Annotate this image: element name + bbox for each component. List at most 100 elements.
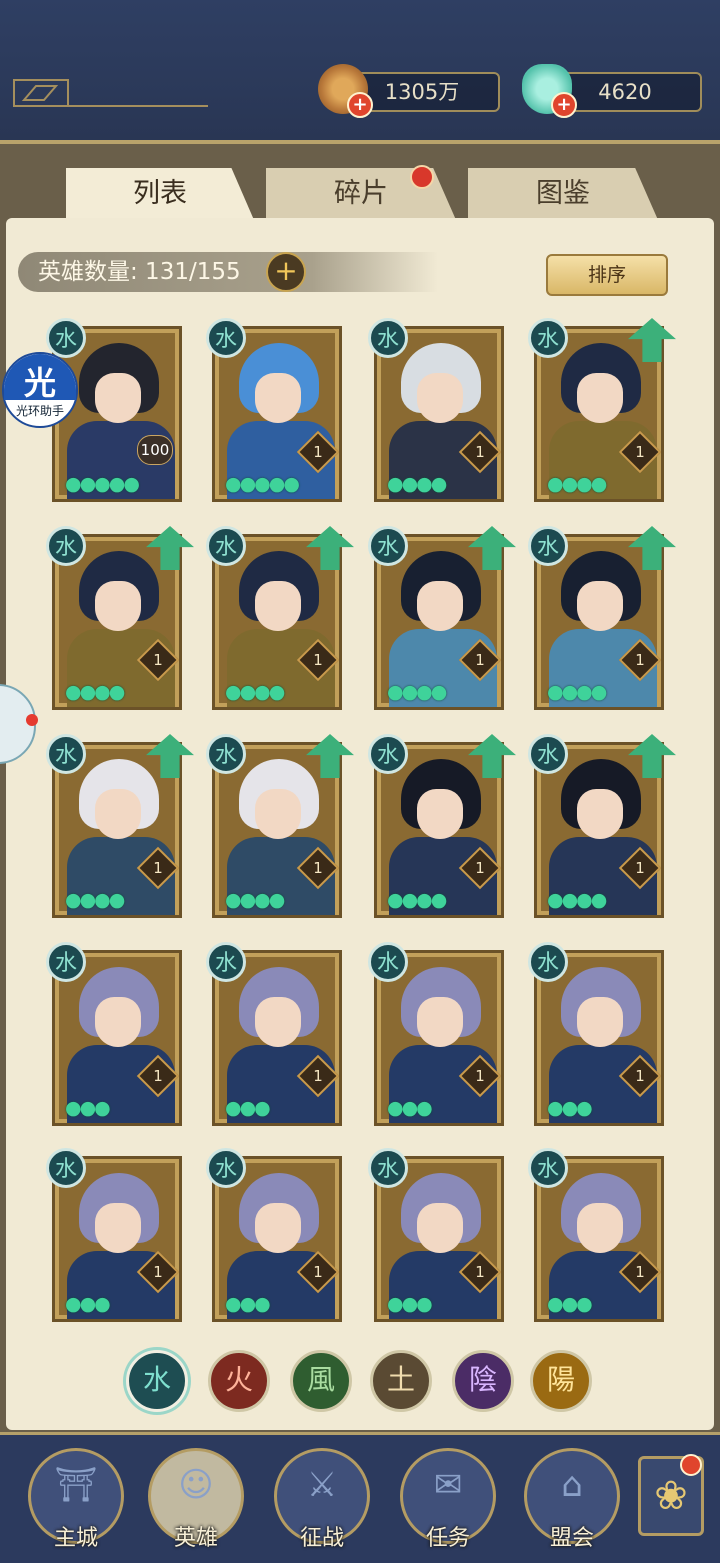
nav-label: 英雄 bbox=[173, 1526, 218, 1551]
notification-dot bbox=[680, 1454, 702, 1476]
hero-face bbox=[577, 997, 623, 1047]
hero-face bbox=[95, 789, 141, 839]
overlay-assistant-button[interactable]: 光 光环助手 bbox=[2, 352, 78, 428]
tab-list[interactable]: 列表 bbox=[66, 168, 254, 220]
hero-face bbox=[95, 1203, 141, 1253]
hero-level: 1 bbox=[153, 651, 163, 669]
star-gems: ●●●● bbox=[387, 889, 447, 911]
hero-level: 1 bbox=[313, 1067, 323, 1085]
hero-level: 1 bbox=[153, 1067, 163, 1085]
yang-filter[interactable]: 陽 bbox=[530, 1350, 592, 1412]
star-gems: ●●●●● bbox=[65, 473, 140, 495]
yin-filter[interactable]: 陰 bbox=[452, 1350, 514, 1412]
water-element-icon: 水 bbox=[46, 942, 86, 982]
water-element-icon: 水 bbox=[368, 1148, 408, 1188]
star-gems: ●●●● bbox=[65, 681, 125, 703]
hero-art bbox=[59, 333, 175, 499]
hero-face bbox=[255, 997, 301, 1047]
hero-level: 1 bbox=[313, 1263, 323, 1281]
earth-filter[interactable]: 土 bbox=[370, 1350, 432, 1412]
star-gems: ●●● bbox=[225, 1293, 271, 1315]
hero-face bbox=[255, 373, 301, 423]
hero-face bbox=[577, 789, 623, 839]
hero-face bbox=[577, 1203, 623, 1253]
water-element-icon: 水 bbox=[528, 1148, 568, 1188]
water-element-icon: 水 bbox=[528, 318, 568, 358]
water-element-icon: 水 bbox=[206, 318, 246, 358]
hero-level: 1 bbox=[635, 651, 645, 669]
star-gems: ●●●● bbox=[547, 681, 607, 703]
decorative-pattern-icon bbox=[13, 79, 208, 107]
hero-level: 1 bbox=[475, 859, 485, 877]
water-element-icon: 水 bbox=[46, 734, 86, 774]
hero-face bbox=[95, 373, 141, 423]
hero-level: 1 bbox=[635, 1263, 645, 1281]
nav-label: 主城 bbox=[53, 1526, 98, 1551]
hero-level: 1 bbox=[475, 1067, 485, 1085]
hero-level: 1 bbox=[635, 443, 645, 461]
hero-face bbox=[417, 373, 463, 423]
hero-face bbox=[577, 581, 623, 631]
water-element-icon: 水 bbox=[528, 942, 568, 982]
star-gems: ●●●● bbox=[225, 889, 285, 911]
hero-level: 1 bbox=[153, 1263, 163, 1281]
fire-filter[interactable]: 火 bbox=[208, 1350, 270, 1412]
water-element-icon: 水 bbox=[528, 526, 568, 566]
hero-face bbox=[255, 1203, 301, 1253]
hero-level: 1 bbox=[475, 1263, 485, 1281]
water-element-icon: 水 bbox=[368, 942, 408, 982]
star-gems: ●●●●● bbox=[225, 473, 300, 495]
water-element-icon: 水 bbox=[206, 734, 246, 774]
overlay-label: 光环助手 bbox=[15, 404, 64, 418]
hero-level: 1 bbox=[635, 859, 645, 877]
water-element-icon: 水 bbox=[206, 1148, 246, 1188]
overlay-glyph: 光 bbox=[23, 364, 56, 402]
tab-codex[interactable]: 图鉴 bbox=[468, 168, 658, 220]
expand-capacity-button[interactable]: + bbox=[266, 252, 306, 292]
alliance-pavilion-icon: ⌂ bbox=[561, 1465, 583, 1505]
water-filter[interactable]: 水 bbox=[126, 1350, 188, 1412]
star-gems: ●●●● bbox=[547, 473, 607, 495]
hero-level: 1 bbox=[475, 651, 485, 669]
wind-filter[interactable]: 風 bbox=[290, 1350, 352, 1412]
hero-level: 1 bbox=[475, 443, 485, 461]
hero-face bbox=[577, 373, 623, 423]
star-gems: ●●●● bbox=[547, 889, 607, 911]
hero-face bbox=[417, 581, 463, 631]
star-gems: ●●● bbox=[225, 1097, 271, 1119]
hero-level: 1 bbox=[313, 859, 323, 877]
star-gems: ●●●● bbox=[225, 681, 285, 703]
star-gems: ●●●● bbox=[65, 889, 125, 911]
water-element-icon: 水 bbox=[46, 318, 86, 358]
notification-dot bbox=[410, 165, 434, 189]
star-gems: ●●●● bbox=[387, 473, 447, 495]
water-element-icon: 水 bbox=[46, 526, 86, 566]
quest-scroll-icon: ✉ bbox=[433, 1465, 463, 1505]
star-gems: ●●● bbox=[547, 1293, 593, 1315]
hero-face bbox=[417, 997, 463, 1047]
hero-count: 英雄数量: 131/155 bbox=[38, 259, 241, 285]
hero-face bbox=[95, 997, 141, 1047]
hero-face bbox=[417, 789, 463, 839]
star-gems: ●●● bbox=[65, 1293, 111, 1315]
water-element-icon: 水 bbox=[206, 942, 246, 982]
battle-horn-icon: ⚔ bbox=[306, 1465, 338, 1505]
hero-level: 1 bbox=[313, 651, 323, 669]
star-gems: ●●● bbox=[387, 1097, 433, 1119]
hero-level: 100 bbox=[137, 435, 173, 465]
nav-label: 任务 bbox=[425, 1526, 470, 1551]
hero-level: 1 bbox=[635, 1067, 645, 1085]
star-gems: ●●● bbox=[387, 1293, 433, 1315]
water-element-icon: 水 bbox=[46, 1148, 86, 1188]
hero-face bbox=[95, 581, 141, 631]
add-copper-button[interactable]: + bbox=[347, 92, 373, 118]
sort-button[interactable]: 排序 bbox=[546, 254, 668, 296]
hero-portrait-icon: ☺ bbox=[178, 1465, 214, 1505]
water-element-icon: 水 bbox=[206, 526, 246, 566]
hero-level: 1 bbox=[313, 443, 323, 461]
star-gems: ●●● bbox=[547, 1097, 593, 1119]
water-element-icon: 水 bbox=[368, 734, 408, 774]
add-jade-button[interactable]: + bbox=[551, 92, 577, 118]
notification-dot bbox=[26, 714, 38, 726]
star-gems: ●●●● bbox=[387, 681, 447, 703]
